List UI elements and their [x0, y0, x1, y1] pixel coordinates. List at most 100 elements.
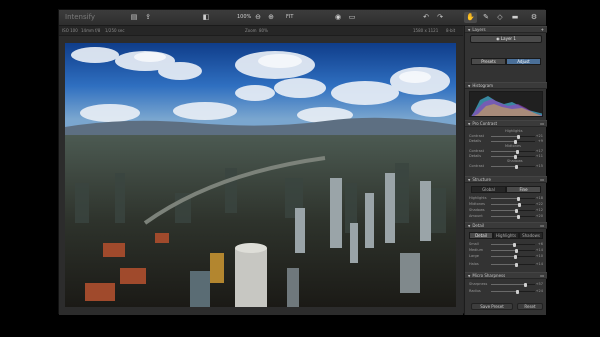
pro-contrast-value-4: +15 [535, 164, 543, 168]
micro-sharpness-label-1: Radius [469, 289, 481, 293]
pro-contrast-slider-1[interactable] [491, 139, 535, 144]
detail-label-0: Small [469, 242, 479, 246]
brush-icon[interactable]: ✎ [481, 13, 491, 22]
detail-slider-3[interactable] [491, 262, 535, 267]
pro-contrast-slider-0[interactable] [491, 134, 535, 139]
detail-slider-knob-0[interactable] [513, 242, 516, 247]
detail-value-3: +14 [535, 262, 543, 266]
pro-contrast-title: Pro Contrast [472, 121, 498, 126]
toggle-icon[interactable]: ▭ [540, 121, 544, 127]
micro-sharpness-slider-knob-0[interactable] [524, 282, 527, 287]
layers-stack-icon[interactable]: ▭ [347, 13, 357, 22]
micro-sharpness-slider-0[interactable] [491, 282, 535, 287]
structure-slider-knob-2[interactable] [515, 208, 518, 213]
export-icon[interactable]: ⇪ [143, 13, 153, 22]
zoom-value[interactable]: 80% [259, 28, 268, 33]
tab-presets[interactable]: Presets [471, 58, 506, 65]
structure-label-3: Amount [469, 214, 483, 218]
app-window: Intensify ▤ ⇪ ◧ 100% ⊖ ⊕ FIT ◉ ▭ ↶ ↷ ✋ ✎… [58, 9, 547, 315]
redo-icon[interactable]: ↷ [435, 13, 445, 22]
focal-value: 14mm [81, 28, 94, 33]
undo-icon[interactable]: ↶ [421, 13, 431, 22]
layers-title: Layers [472, 27, 486, 32]
tab-structure-global[interactable]: Global [471, 186, 506, 193]
detail-slider-1[interactable] [491, 248, 535, 253]
pro-contrast-value-2: +17 [535, 149, 543, 153]
tab-shadows[interactable]: Shadows [519, 232, 543, 239]
toggle-icon[interactable]: ▭ [540, 223, 544, 229]
detail-value-2: +10 [535, 254, 543, 258]
pro-contrast-label-2: Contrast [469, 149, 484, 153]
reset-button[interactable]: Reset [517, 303, 543, 310]
pro-contrast-label-4: Contrast [469, 164, 484, 168]
pro-contrast-slider-knob-4[interactable] [515, 164, 518, 169]
open-icon[interactable]: ▤ [129, 13, 139, 22]
micro-sharpness-slider-knob-1[interactable] [516, 289, 519, 294]
midtones-title: Midtones [505, 144, 521, 148]
detail-slider-knob-1[interactable] [515, 248, 518, 253]
add-layer-icon[interactable]: + [541, 27, 544, 33]
tab-structure-fine[interactable]: Fine [506, 186, 541, 193]
pro-contrast-slider-4[interactable] [491, 164, 535, 169]
zoom-out-icon[interactable]: ⊖ [253, 13, 263, 22]
photo-preview[interactable] [65, 43, 456, 307]
structure-header[interactable]: ▼ Structure ▭ [465, 176, 547, 183]
histogram-header[interactable]: ▼ Histogram [465, 82, 547, 89]
pro-contrast-slider-knob-3[interactable] [514, 154, 517, 159]
hand-icon[interactable]: ✋ [464, 12, 477, 23]
detail-slider-2[interactable] [491, 254, 535, 259]
pro-contrast-slider-fill-4 [491, 166, 517, 167]
detail-slider-fill-1 [491, 250, 517, 251]
pro-contrast-value-3: +11 [535, 154, 543, 158]
tab-detail[interactable]: Detail [469, 232, 493, 239]
structure-slider-2[interactable] [491, 208, 535, 213]
pro-contrast-slider-knob-0[interactable] [517, 134, 520, 139]
detail-slider-knob-2[interactable] [514, 254, 517, 259]
micro-sharpness-label-0: Sharpness [469, 282, 488, 286]
dimensions-value: 1580 x 1121 [413, 28, 439, 33]
structure-value-0: +18 [535, 196, 543, 200]
pro-contrast-slider-fill-0 [491, 136, 518, 137]
tab-adjust[interactable]: Adjust [506, 58, 541, 65]
compare-icon[interactable]: ◧ [201, 13, 211, 22]
bit-depth-value: 8-bit [446, 28, 456, 33]
layers-header[interactable]: ▼ Layers + [465, 26, 547, 33]
save-preset-button[interactable]: Save Preset [471, 303, 513, 310]
preview-eye-icon[interactable]: ◉ [333, 13, 343, 22]
structure-slider-3[interactable] [491, 214, 535, 219]
micro-sharpness-header[interactable]: ▼ Micro Sharpness ▭ [465, 272, 547, 279]
micro-sharpness-value-1: +24 [535, 289, 543, 293]
pro-contrast-slider-fill-1 [491, 141, 515, 142]
adjustment-panel: ▼ Layers + ◉ Layer 1 Presets Adjust ▼ Histo… [464, 26, 547, 315]
pro-contrast-label-0: Contrast [469, 134, 484, 138]
structure-slider-0[interactable] [491, 196, 535, 201]
detail-header[interactable]: ▼ Detail ▭ [465, 222, 547, 229]
toggle-icon[interactable]: ▭ [540, 177, 544, 183]
structure-slider-knob-1[interactable] [518, 202, 521, 207]
structure-slider-fill-2 [491, 210, 517, 211]
toggle-icon[interactable]: ▭ [540, 273, 544, 279]
structure-slider-knob-0[interactable] [517, 196, 520, 201]
structure-slider-1[interactable] [491, 202, 535, 207]
fit-button[interactable]: FIT [286, 14, 293, 20]
pro-contrast-header[interactable]: ▼ Pro Contrast ▭ [465, 120, 547, 127]
pro-contrast-slider-knob-1[interactable] [514, 139, 517, 144]
mask-icon[interactable]: ▬ [510, 13, 520, 22]
pro-contrast-slider-2[interactable] [491, 149, 535, 154]
detail-slider-0[interactable] [491, 242, 535, 247]
pro-contrast-slider-fill-3 [491, 156, 516, 157]
eraser-icon[interactable]: ◇ [495, 13, 505, 22]
tab-highlights[interactable]: Highlights [493, 232, 519, 239]
detail-slider-knob-3[interactable] [515, 262, 518, 267]
detail-label-1: Medium [469, 248, 483, 252]
zoom-level[interactable]: 100% [237, 14, 251, 20]
pro-contrast-slider-3[interactable] [491, 154, 535, 159]
reset-label: Reset [524, 304, 536, 309]
micro-sharpness-slider-1[interactable] [491, 289, 535, 294]
canvas-area[interactable] [59, 36, 463, 315]
zoom-in-icon[interactable]: ⊕ [266, 13, 276, 22]
layer-selector[interactable]: ◉ Layer 1 [470, 35, 542, 43]
settings-icon[interactable]: ⚙ [529, 13, 539, 22]
pro-contrast-slider-knob-2[interactable] [516, 149, 519, 154]
structure-slider-knob-3[interactable] [517, 214, 520, 219]
